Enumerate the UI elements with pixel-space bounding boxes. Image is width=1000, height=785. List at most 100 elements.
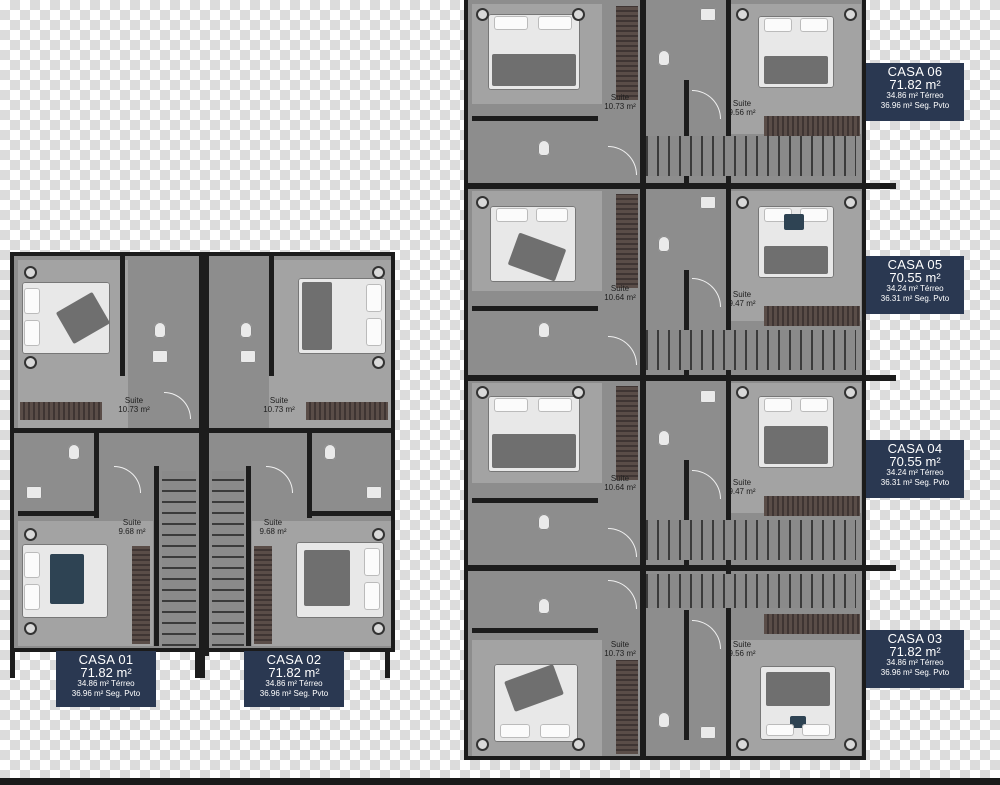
suite-label: Suite 10.64 m² — [604, 474, 636, 492]
toilet — [538, 322, 550, 338]
staircase — [646, 520, 856, 560]
house-tag-casa-05: CASA 05 70.55 m² 34.24 m² Térreo 36.31 m… — [866, 256, 964, 314]
door-swing — [266, 466, 293, 493]
suite-label: Suite 9.56 m² — [728, 640, 756, 658]
wall — [18, 511, 98, 516]
staircase — [646, 574, 856, 608]
house-tag-casa-01: CASA 01 71.82 m² 34.86 m² Térreo 36.96 m… — [56, 651, 156, 707]
wall — [472, 498, 598, 503]
bedside-lamp — [572, 8, 585, 21]
upper-floor-area: 36.96 m² Seg. Pvto — [259, 689, 329, 698]
double-bed — [296, 542, 384, 618]
wall — [472, 628, 598, 633]
wall — [307, 511, 391, 516]
sink — [700, 196, 716, 209]
wardrobe — [764, 496, 860, 516]
wall — [120, 256, 125, 376]
wardrobe — [20, 402, 102, 420]
wall — [246, 466, 251, 646]
door-swing — [608, 580, 637, 609]
bedside-lamp — [476, 196, 489, 209]
double-bed — [22, 282, 111, 354]
sink — [152, 350, 168, 363]
double-bed — [488, 396, 580, 472]
bedside-lamp — [736, 8, 749, 21]
bedside-lamp — [24, 266, 37, 279]
house-tag-casa-02: CASA 02 71.82 m² 34.86 m² Térreo 36.96 m… — [244, 651, 344, 707]
toilet — [240, 322, 252, 338]
wardrobe — [616, 194, 638, 288]
wall — [269, 256, 274, 376]
ground-floor-area: 34.86 m² Térreo — [77, 679, 135, 688]
bedside-lamp — [24, 528, 37, 541]
suite-label: Suite 9.47 m² — [728, 290, 756, 308]
door-swing — [608, 146, 637, 175]
staircase — [212, 471, 244, 646]
door-swing — [164, 392, 191, 419]
wall — [195, 648, 205, 678]
floor-plan-right: Suite 10.73 m² Suite 9.56 m² Suite 10.64 m²… — [464, 0, 896, 760]
house-area: 71.82 m² — [268, 665, 320, 680]
bedside-lamp — [736, 196, 749, 209]
house-tag-casa-03: CASA 03 71.82 m² 34.86 m² Térreo 36.96 m… — [866, 630, 964, 688]
wall — [307, 428, 312, 518]
wall — [199, 256, 209, 656]
house-area: 71.82 m² — [889, 77, 941, 92]
toilet — [658, 712, 670, 728]
bedside-lamp — [572, 738, 585, 751]
toilet — [154, 322, 166, 338]
door-swing — [608, 528, 637, 557]
bedside-lamp — [476, 386, 489, 399]
bedside-lamp — [736, 738, 749, 751]
wall — [14, 428, 391, 433]
sink — [240, 350, 256, 363]
bottom-border — [0, 778, 1000, 785]
sink — [700, 390, 716, 403]
bedside-lamp — [476, 8, 489, 21]
upper-floor-area: 36.96 m² Seg. Pvto — [880, 101, 950, 110]
bedside-lamp — [476, 738, 489, 751]
suite-label: Suite 10.73 m² — [263, 396, 295, 414]
wall — [472, 306, 598, 311]
house-area: 71.82 m² — [80, 665, 132, 680]
door-swing — [608, 336, 637, 365]
ground-floor-area: 34.24 m² Térreo — [886, 284, 944, 293]
double-bed — [490, 206, 576, 282]
wall — [468, 565, 896, 571]
wall — [684, 610, 689, 740]
wardrobe — [764, 614, 860, 634]
suite-label: Suite 9.68 m² — [118, 518, 146, 536]
staircase — [646, 136, 856, 176]
door-swing — [114, 466, 141, 493]
upper-floor-area: 36.96 m² Seg. Pvto — [71, 689, 141, 698]
ground-floor-area: 34.86 m² Térreo — [886, 91, 944, 100]
wall — [468, 375, 896, 381]
toilet — [658, 236, 670, 252]
toilet — [538, 598, 550, 614]
wardrobe — [254, 546, 272, 644]
bedside-lamp — [372, 528, 385, 541]
sink — [26, 486, 42, 499]
double-bed — [758, 396, 834, 468]
wardrobe — [764, 306, 860, 326]
sink — [700, 726, 716, 739]
suite-label: Suite 9.68 m² — [259, 518, 287, 536]
floor-plan-left: Suite 10.73 m² Suite 10.73 m² Suite 9.68 m²… — [10, 252, 395, 656]
bedside-lamp — [844, 738, 857, 751]
suite-label: Suite 10.73 m² — [118, 396, 150, 414]
wall — [10, 648, 15, 678]
wall — [468, 183, 896, 189]
double-bed — [488, 14, 580, 90]
bedside-lamp — [372, 266, 385, 279]
wall — [94, 428, 99, 518]
toilet — [538, 514, 550, 530]
staircase — [646, 330, 856, 370]
staircase — [162, 471, 196, 646]
double-bed — [22, 544, 108, 618]
double-bed — [298, 278, 386, 354]
suite-label: Suite 9.56 m² — [728, 99, 756, 117]
suite-label: Suite 10.73 m² — [604, 93, 636, 111]
wardrobe — [306, 402, 388, 420]
bedside-lamp — [372, 356, 385, 369]
ground-floor-area: 34.24 m² Térreo — [886, 468, 944, 477]
